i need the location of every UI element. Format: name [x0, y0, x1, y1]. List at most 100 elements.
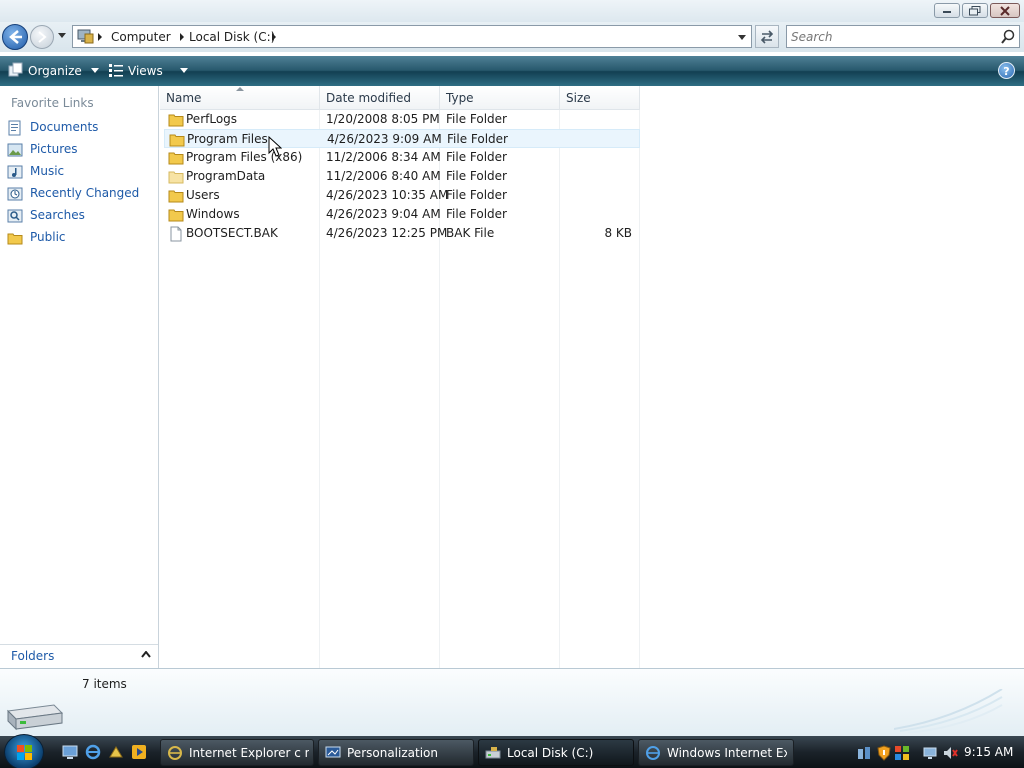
windows-logo-icon [17, 745, 32, 760]
security-shield-icon[interactable] [876, 745, 892, 761]
file-row-windows[interactable]: Windows 4/26/2023 9:04 AM File Folder [164, 205, 640, 224]
file-type: File Folder [446, 188, 507, 202]
mouse-cursor-icon [268, 136, 282, 157]
file-row-programdata[interactable]: ProgramData 11/2/2006 8:40 AM File Folde… [164, 167, 640, 186]
decorative-swoosh [894, 689, 1003, 733]
file-name: Windows [186, 207, 240, 221]
address-row: Computer Local Disk (C:) Search [0, 22, 1024, 52]
network-connection-icon[interactable] [922, 745, 938, 761]
file-date: 4/26/2023 9:04 AM [326, 207, 441, 221]
nav-item-music[interactable]: Music [5, 162, 155, 182]
column-header-date-modified[interactable]: Date modified [320, 86, 440, 110]
taskbar-label: Internet Explorer c n... [189, 746, 309, 760]
switch-windows-icon[interactable] [108, 744, 124, 760]
clock[interactable]: 9:15 AM [964, 745, 1013, 759]
file-date: 4/26/2023 9:09 AM [327, 132, 442, 146]
taskbar-button-personalization[interactable]: Personalization [318, 739, 474, 766]
file-name: Program Files [187, 132, 268, 146]
address-history-dropdown-icon[interactable] [737, 34, 747, 41]
file-type: File Folder [447, 132, 508, 146]
start-button[interactable] [4, 734, 44, 768]
organize-button[interactable]: Organize [8, 62, 104, 78]
column-header-size[interactable]: Size [560, 86, 640, 110]
taskbar-label: Windows Internet Ex... [667, 746, 787, 760]
file-row-bootsect-bak[interactable]: BOOTSECT.BAK 4/26/2023 12:25 PM BAK File… [164, 224, 640, 243]
search-input[interactable]: Search [786, 25, 1020, 48]
forward-button[interactable] [30, 25, 54, 49]
file-type: BAK File [446, 226, 495, 240]
file-date: 11/2/2006 8:40 AM [326, 169, 441, 183]
folder-icon [169, 134, 185, 147]
search-icon[interactable] [1000, 29, 1016, 45]
views-button[interactable]: Views [108, 62, 193, 78]
file-date: 1/20/2008 8:05 PM [326, 112, 440, 126]
file-name: Program Files (x86) [186, 150, 303, 164]
searches-icon [7, 209, 23, 223]
minimize-button[interactable] [934, 3, 960, 18]
media-player-icon[interactable] [131, 744, 147, 760]
breadcrumb-computer[interactable]: Computer [111, 30, 171, 44]
system-tray: 9:15 AM [850, 736, 1024, 768]
file-row-program-files-x86[interactable]: Program Files (x86) 11/2/2006 8:34 AM Fi… [164, 148, 640, 167]
taskbar-button-ie-1[interactable]: Internet Explorer c n... [160, 739, 314, 766]
refresh-button[interactable] [755, 25, 779, 48]
nav-item-recently-changed[interactable]: Recently Changed [5, 184, 155, 204]
internet-explorer-icon[interactable] [85, 744, 101, 760]
show-desktop-icon[interactable] [62, 744, 78, 760]
file-date: 4/26/2023 10:35 AM [326, 188, 449, 202]
recent-pages-dropdown-icon[interactable] [57, 32, 67, 40]
network-icon[interactable] [856, 745, 872, 761]
command-toolbar: Organize Views ? [0, 56, 1024, 86]
file-row-program-files[interactable]: Program Files 4/26/2023 9:09 AM File Fol… [164, 129, 640, 148]
nav-item-searches[interactable]: Searches [5, 206, 155, 226]
file-row-perflogs[interactable]: PerfLogs 1/20/2008 8:05 PM File Folder [164, 110, 640, 129]
folder-icon [168, 152, 184, 165]
taskbar-button-ie-2[interactable]: Windows Internet Ex... [638, 739, 794, 766]
breadcrumb-separator-icon[interactable] [97, 33, 103, 41]
windows-update-icon[interactable] [894, 745, 910, 761]
organize-label: Organize [28, 64, 82, 78]
navigation-pane: Favorite Links Documents Pictures Music … [0, 86, 159, 668]
close-button[interactable] [990, 3, 1020, 18]
maximize-button[interactable] [962, 3, 988, 18]
recently-changed-icon [7, 187, 23, 201]
music-icon [7, 165, 23, 179]
pictures-icon [7, 143, 23, 157]
folders-toggle-bar[interactable]: Folders [0, 644, 158, 668]
back-button[interactable] [2, 24, 28, 50]
volume-muted-icon[interactable] [942, 745, 958, 761]
breadcrumb-separator-icon[interactable] [271, 33, 277, 41]
views-icon [109, 64, 123, 77]
help-icon[interactable]: ? [998, 62, 1015, 79]
refresh-icon [760, 30, 774, 44]
chevron-up-icon[interactable] [141, 651, 151, 658]
column-header-name[interactable]: Name [160, 86, 320, 110]
nav-item-pictures[interactable]: Pictures [5, 140, 155, 160]
folder-icon [168, 190, 184, 203]
file-list-pane: Name Date modified Type Size PerfLogs 1/… [160, 86, 1024, 668]
nav-item-label: Pictures [30, 142, 78, 156]
details-pane: 7 items [0, 668, 1024, 736]
documents-icon [8, 120, 21, 136]
organize-icon [8, 62, 23, 77]
breadcrumb-local-disk[interactable]: Local Disk (C:) [189, 30, 275, 44]
column-header-label: Name [166, 91, 202, 105]
nav-item-label: Public [30, 230, 66, 244]
folders-label: Folders [11, 649, 55, 663]
folder-icon [168, 209, 184, 222]
item-count: 7 items [82, 677, 127, 691]
nav-item-documents[interactable]: Documents [5, 118, 155, 138]
breadcrumb-separator-icon[interactable] [179, 33, 185, 41]
file-type: File Folder [446, 150, 507, 164]
column-header-type[interactable]: Type [440, 86, 560, 110]
taskbar-button-local-disk[interactable]: Local Disk (C:) [478, 739, 634, 766]
restore-icon [969, 6, 981, 16]
back-arrow-icon [9, 30, 22, 44]
chevron-down-icon [179, 68, 188, 73]
address-bar[interactable]: Computer Local Disk (C:) [72, 25, 752, 48]
minimize-icon [943, 11, 951, 13]
nav-item-public[interactable]: Public [5, 228, 155, 248]
sort-ascending-icon [236, 87, 244, 91]
file-row-users[interactable]: Users 4/26/2023 10:35 AM File Folder [164, 186, 640, 205]
public-folder-icon [7, 233, 23, 245]
